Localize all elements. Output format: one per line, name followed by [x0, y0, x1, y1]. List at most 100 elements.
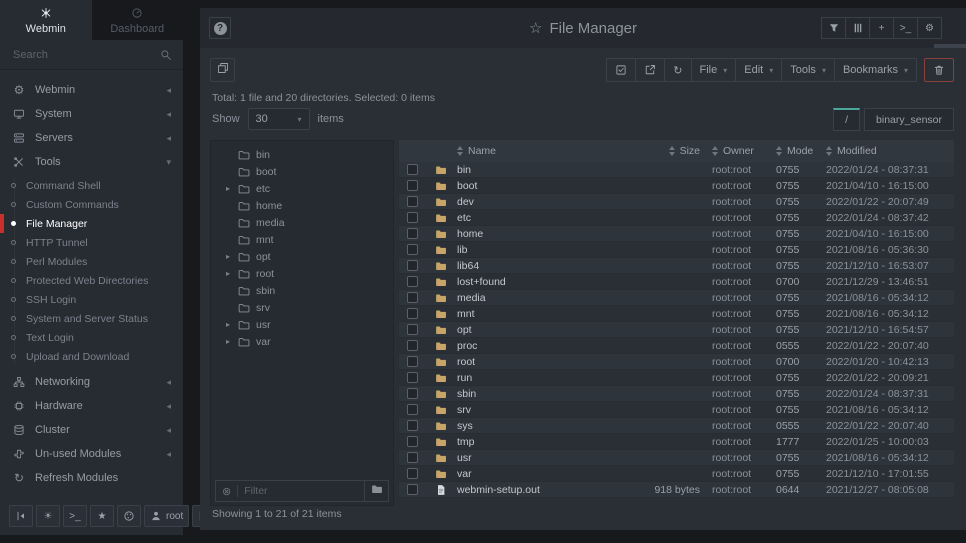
- tree-item-var[interactable]: ▸var: [211, 333, 393, 350]
- sidebar-item-tools[interactable]: Tools▾: [0, 150, 183, 174]
- tree-item-sbin[interactable]: sbin: [211, 282, 393, 299]
- tree-item-media[interactable]: media: [211, 214, 393, 231]
- row-checkbox[interactable]: [407, 244, 418, 255]
- menu-tools[interactable]: Tools▾: [781, 58, 835, 82]
- row-checkbox[interactable]: [407, 388, 418, 399]
- sidebar-item-file-manager[interactable]: File Manager: [0, 214, 183, 233]
- tree-item-boot[interactable]: boot: [211, 163, 393, 180]
- refresh-button[interactable]: ↻: [664, 58, 691, 82]
- sidebar-item-un-used-modules[interactable]: Un-used Modules◂: [0, 442, 183, 466]
- table-row[interactable]: varroot:root07552021/12/10 - 17:01:55: [399, 466, 954, 482]
- row-checkbox[interactable]: [407, 372, 418, 383]
- tree-item-opt[interactable]: ▸opt: [211, 248, 393, 265]
- sidebar-item-perl-modules[interactable]: Perl Modules: [0, 252, 183, 271]
- tree-item-root[interactable]: ▸root: [211, 265, 393, 282]
- table-row[interactable]: mediaroot:root07552021/08/16 - 05:34:12: [399, 290, 954, 306]
- items-per-page-select[interactable]: 30 ▾: [248, 108, 310, 130]
- expand-arrow-icon[interactable]: ▸: [224, 184, 232, 193]
- tree-item-srv[interactable]: srv: [211, 299, 393, 316]
- sidebar-item-webmin[interactable]: ⚙Webmin◂: [0, 78, 183, 102]
- sidebar-item-system-and-server-status[interactable]: System and Server Status: [0, 309, 183, 328]
- sidebar-item-servers[interactable]: Servers◂: [0, 126, 183, 150]
- row-checkbox[interactable]: [407, 164, 418, 175]
- table-row[interactable]: mntroot:root07552021/08/16 - 05:34:12: [399, 306, 954, 322]
- table-row[interactable]: lost+foundroot:root07002021/12/29 - 13:4…: [399, 274, 954, 290]
- table-row[interactable]: bootroot:root07552021/04/10 - 16:15:00: [399, 178, 954, 194]
- sidebar-item-cluster[interactable]: Cluster◂: [0, 418, 183, 442]
- sidebar-item-http-tunnel[interactable]: HTTP Tunnel: [0, 233, 183, 252]
- column-header-size[interactable]: Size: [620, 145, 712, 157]
- row-checkbox[interactable]: [407, 436, 418, 447]
- tab-dashboard[interactable]: Dashboard: [92, 0, 184, 40]
- table-row[interactable]: runroot:root07552022/01/22 - 20:09:21: [399, 370, 954, 386]
- terminal-button[interactable]: >_: [893, 17, 918, 39]
- tree-folder-button[interactable]: [364, 481, 388, 501]
- menu-bookmarks[interactable]: Bookmarks▾: [834, 58, 917, 82]
- row-checkbox[interactable]: [407, 308, 418, 319]
- path-root-button[interactable]: /: [833, 108, 860, 131]
- sidebar-item-protected-web-directories[interactable]: Protected Web Directories: [0, 271, 183, 290]
- row-checkbox[interactable]: [407, 292, 418, 303]
- row-checkbox[interactable]: [407, 180, 418, 191]
- table-row[interactable]: etcroot:root07552022/01/24 - 08:37:42: [399, 210, 954, 226]
- menu-file[interactable]: File▾: [691, 58, 737, 82]
- tree-item-home[interactable]: home: [211, 197, 393, 214]
- column-header-modified[interactable]: Modified: [826, 145, 954, 157]
- table-row[interactable]: sbinroot:root07552022/01/24 - 08:37:31: [399, 386, 954, 402]
- row-checkbox[interactable]: [407, 212, 418, 223]
- column-header-mode[interactable]: Mode: [776, 145, 826, 157]
- tree-filter-input[interactable]: [244, 485, 364, 497]
- gear-button[interactable]: ⚙: [917, 17, 942, 39]
- table-row[interactable]: usrroot:root07552021/08/16 - 05:34:12: [399, 450, 954, 466]
- table-row[interactable]: procroot:root05552022/01/22 - 20:07:40: [399, 338, 954, 354]
- search-input[interactable]: [0, 40, 183, 69]
- row-checkbox[interactable]: [407, 420, 418, 431]
- export-button[interactable]: [635, 58, 665, 82]
- table-row[interactable]: homeroot:root07552021/04/10 - 16:15:00: [399, 226, 954, 242]
- palette-button[interactable]: [117, 505, 141, 527]
- row-checkbox[interactable]: [407, 260, 418, 271]
- table-row[interactable]: rootroot:root07002022/01/20 - 10:42:13: [399, 354, 954, 370]
- path-binary-sensor-button[interactable]: binary_sensor: [864, 108, 954, 131]
- tab-webmin[interactable]: Webmin: [0, 0, 92, 40]
- clear-filter-icon[interactable]: ⊗: [222, 485, 231, 498]
- column-header-name[interactable]: Name: [457, 145, 620, 157]
- sun-button[interactable]: ☀: [36, 505, 60, 527]
- table-row[interactable]: tmproot:root17772022/01/25 - 10:00:03: [399, 434, 954, 450]
- row-checkbox[interactable]: [407, 404, 418, 415]
- sidebar-item-text-login[interactable]: Text Login: [0, 328, 183, 347]
- table-row[interactable]: webmin-setup.out918 bytesroot:root064420…: [399, 482, 954, 498]
- row-checkbox[interactable]: [407, 356, 418, 367]
- sidebar-item-networking[interactable]: Networking◂: [0, 370, 183, 394]
- table-row[interactable]: srvroot:root07552021/08/16 - 05:34:12: [399, 402, 954, 418]
- trash-button[interactable]: [924, 58, 954, 82]
- table-row[interactable]: sysroot:root05552022/01/22 - 20:07:40: [399, 418, 954, 434]
- row-checkbox[interactable]: [407, 324, 418, 335]
- table-row[interactable]: binroot:root07552022/01/24 - 08:37:31: [399, 162, 954, 178]
- select-all-button[interactable]: [606, 58, 636, 82]
- columns-button[interactable]: [845, 17, 870, 39]
- sidebar-item-refresh-modules[interactable]: ↻Refresh Modules: [0, 466, 183, 490]
- tree-item-bin[interactable]: bin: [211, 146, 393, 163]
- sidebar-item-custom-commands[interactable]: Custom Commands: [0, 195, 183, 214]
- open-new-window-button[interactable]: [210, 58, 235, 82]
- terminal-button[interactable]: >_: [63, 505, 87, 527]
- favorite-star-icon[interactable]: ☆: [529, 20, 542, 37]
- tree-item-mnt[interactable]: mnt: [211, 231, 393, 248]
- table-row[interactable]: optroot:root07552021/12/10 - 16:54:57: [399, 322, 954, 338]
- expand-arrow-icon[interactable]: ▸: [224, 252, 232, 261]
- plus-button[interactable]: +: [869, 17, 894, 39]
- collapse-sidebar-button[interactable]: [9, 505, 33, 527]
- filter-button[interactable]: [821, 17, 846, 39]
- star-button[interactable]: ★: [90, 505, 114, 527]
- sidebar-item-ssh-login[interactable]: SSH Login: [0, 290, 183, 309]
- menu-edit[interactable]: Edit▾: [735, 58, 782, 82]
- sidebar-item-command-shell[interactable]: Command Shell: [0, 176, 183, 195]
- tree-item-etc[interactable]: ▸etc: [211, 180, 393, 197]
- expand-arrow-icon[interactable]: ▸: [224, 337, 232, 346]
- row-checkbox[interactable]: [407, 452, 418, 463]
- help-button[interactable]: ?: [209, 17, 231, 39]
- table-row[interactable]: devroot:root07552022/01/22 - 20:07:49: [399, 194, 954, 210]
- row-checkbox[interactable]: [407, 228, 418, 239]
- row-checkbox[interactable]: [407, 468, 418, 479]
